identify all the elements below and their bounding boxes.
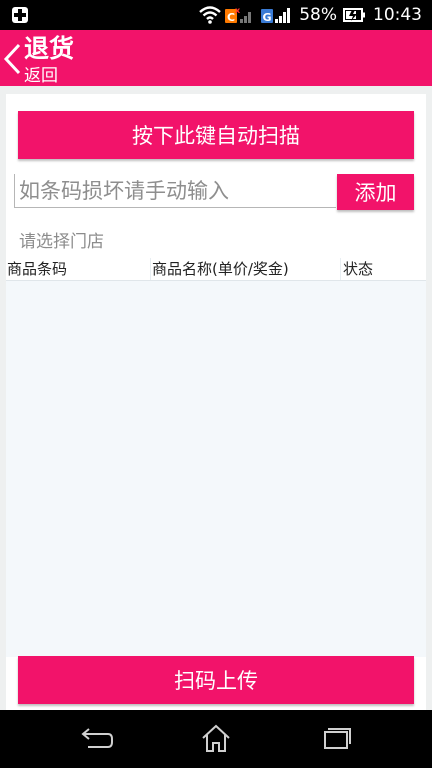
scan-upload-button[interactable]: 扫码上传 [18, 656, 414, 704]
nav-recent-apps-icon[interactable] [316, 722, 356, 756]
svg-text:x: x [235, 6, 241, 15]
chevron-left-icon [2, 42, 22, 76]
add-button[interactable]: 添加 [337, 174, 414, 210]
table-header: 商品条码 商品名称(单价/奖金) 状态 [6, 258, 426, 281]
wifi-icon [199, 5, 222, 25]
column-header-product-name: 商品名称(单价/奖金) [152, 260, 289, 278]
column-header-barcode: 商品条码 [7, 260, 68, 278]
store-selector[interactable]: 请选择门店 [19, 230, 104, 254]
carrier-g-signal-icon: G [261, 5, 293, 25]
system-nav-bar [0, 710, 432, 768]
usb-debug-icon [10, 5, 30, 25]
status-indicators: C x G 58% 10:43 [199, 4, 422, 26]
column-divider [150, 258, 151, 280]
nav-back-icon[interactable] [76, 722, 116, 756]
column-divider [340, 258, 341, 280]
content-area: 按下此键自动扫描 添加 请选择门店 商品条码 商品名称(单价/奖金) 状态 扫码… [0, 86, 432, 710]
product-list[interactable] [6, 281, 426, 657]
back-label: 返回 [24, 66, 58, 86]
auto-scan-button[interactable]: 按下此键自动扫描 [18, 111, 414, 159]
page-title: 退货 [24, 34, 75, 63]
return-form-panel: 按下此键自动扫描 添加 请选择门店 商品条码 商品名称(单价/奖金) 状态 扫码… [6, 94, 426, 710]
status-bar: C x G 58% 10:43 [0, 0, 432, 30]
clock: 10:43 [373, 5, 422, 25]
barcode-input[interactable] [14, 174, 336, 208]
app-bar: 退货 返回 [0, 30, 432, 86]
battery-charging-icon [343, 5, 367, 25]
svg-text:G: G [263, 11, 272, 24]
battery-percent: 58% [299, 5, 337, 25]
svg-text:C: C [227, 11, 235, 24]
back-button[interactable]: 退货 返回 [0, 30, 110, 86]
nav-home-icon[interactable] [196, 722, 236, 756]
column-header-status: 状态 [343, 260, 374, 278]
carrier-c-signal-icon: C x [225, 5, 255, 25]
